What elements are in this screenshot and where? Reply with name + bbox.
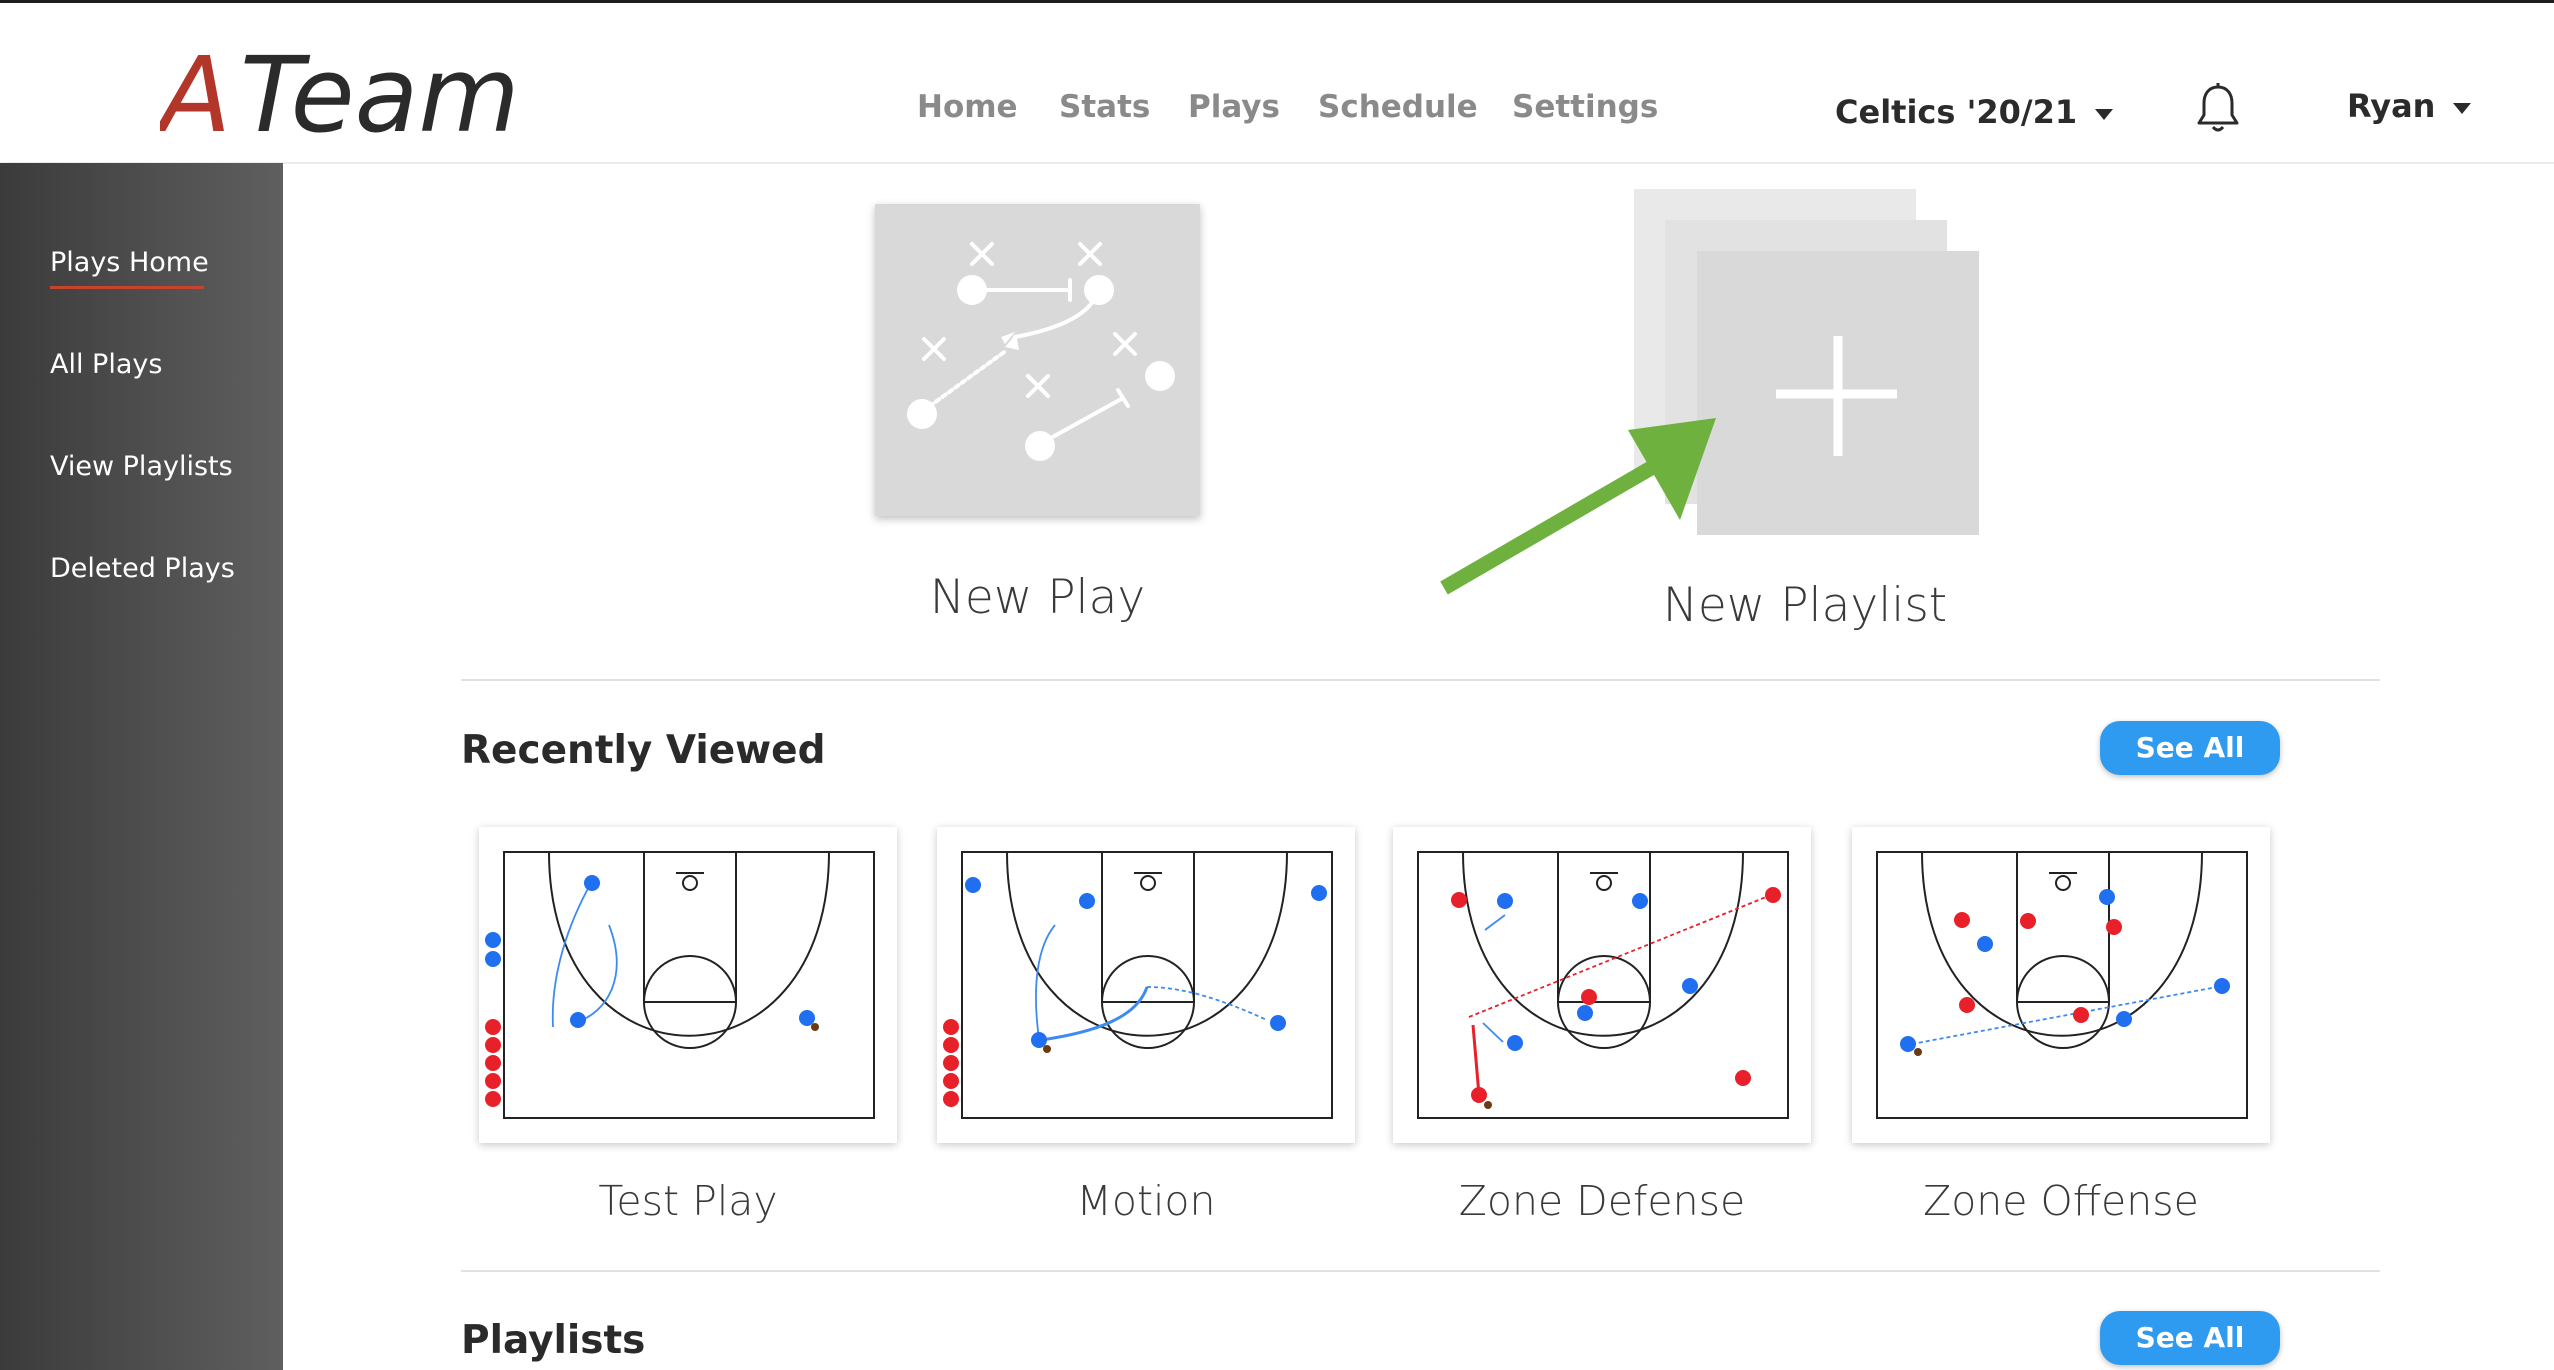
play-diagram-thumbnail	[485, 851, 875, 1119]
nav-settings[interactable]: Settings	[1512, 89, 1658, 125]
playlists-title: Playlists	[461, 1318, 646, 1363]
play-diagram-thumbnail	[1417, 851, 1789, 1119]
play-diagram-icon	[907, 242, 1175, 461]
sidebar: Plays Home All Plays View Playlists Dele…	[0, 163, 283, 1370]
top-header: A Team Home Stats Plays Schedule Setting…	[0, 3, 2554, 164]
sidebar-item-deleted-plays[interactable]: Deleted Plays	[50, 553, 235, 584]
team-selector-label: Celtics '20/21	[1835, 93, 2078, 131]
sidebar-item-all-plays[interactable]: All Plays	[50, 349, 162, 380]
section-divider	[461, 1270, 2380, 1272]
nav-stats[interactable]: Stats	[1059, 89, 1150, 125]
logo-letters-team: Team	[240, 43, 520, 143]
play-diagram-thumbnail	[1876, 851, 2248, 1119]
section-divider	[461, 679, 2380, 681]
new-play-label[interactable]: New Play	[875, 570, 1200, 625]
play-card-label: Motion	[1076, 1177, 1216, 1225]
logo-letter-a: A	[160, 43, 231, 143]
play-card-motion[interactable]	[937, 827, 1355, 1143]
active-underline	[50, 286, 204, 289]
playlists-see-all-button[interactable]: See All	[2100, 1311, 2280, 1365]
nav-home[interactable]: Home	[917, 89, 1018, 125]
play-card-label: Test Play	[598, 1177, 778, 1225]
nav-schedule[interactable]: Schedule	[1318, 89, 1478, 125]
play-card-label: Zone Defense	[1458, 1177, 1746, 1225]
play-card-label: Zone Offense	[1923, 1177, 2199, 1225]
new-play-tile[interactable]	[875, 204, 1200, 516]
sidebar-item-view-playlists[interactable]: View Playlists	[50, 451, 233, 482]
play-card-test-play[interactable]	[479, 827, 897, 1143]
team-selector[interactable]: Celtics '20/21	[1835, 93, 2114, 131]
play-card-zone-offense[interactable]	[1852, 827, 2270, 1143]
caret-down-icon	[2095, 108, 2114, 120]
bell-icon[interactable]	[2196, 83, 2240, 133]
recently-viewed-title: Recently Viewed	[461, 728, 826, 773]
sidebar-item-plays-home[interactable]: Plays Home	[50, 247, 209, 278]
new-playlist-label[interactable]: New Playlist	[1640, 578, 1970, 633]
user-menu[interactable]: Ryan	[2347, 87, 2472, 125]
play-card-zone-defense[interactable]	[1393, 827, 1811, 1143]
caret-down-icon	[2453, 102, 2472, 114]
play-diagram-thumbnail	[943, 851, 1333, 1119]
user-name: Ryan	[2347, 87, 2436, 125]
ateam-logo[interactable]: A Team	[160, 43, 580, 143]
nav-plays[interactable]: Plays	[1188, 89, 1280, 125]
recently-viewed-see-all-button[interactable]: See All	[2100, 721, 2280, 775]
